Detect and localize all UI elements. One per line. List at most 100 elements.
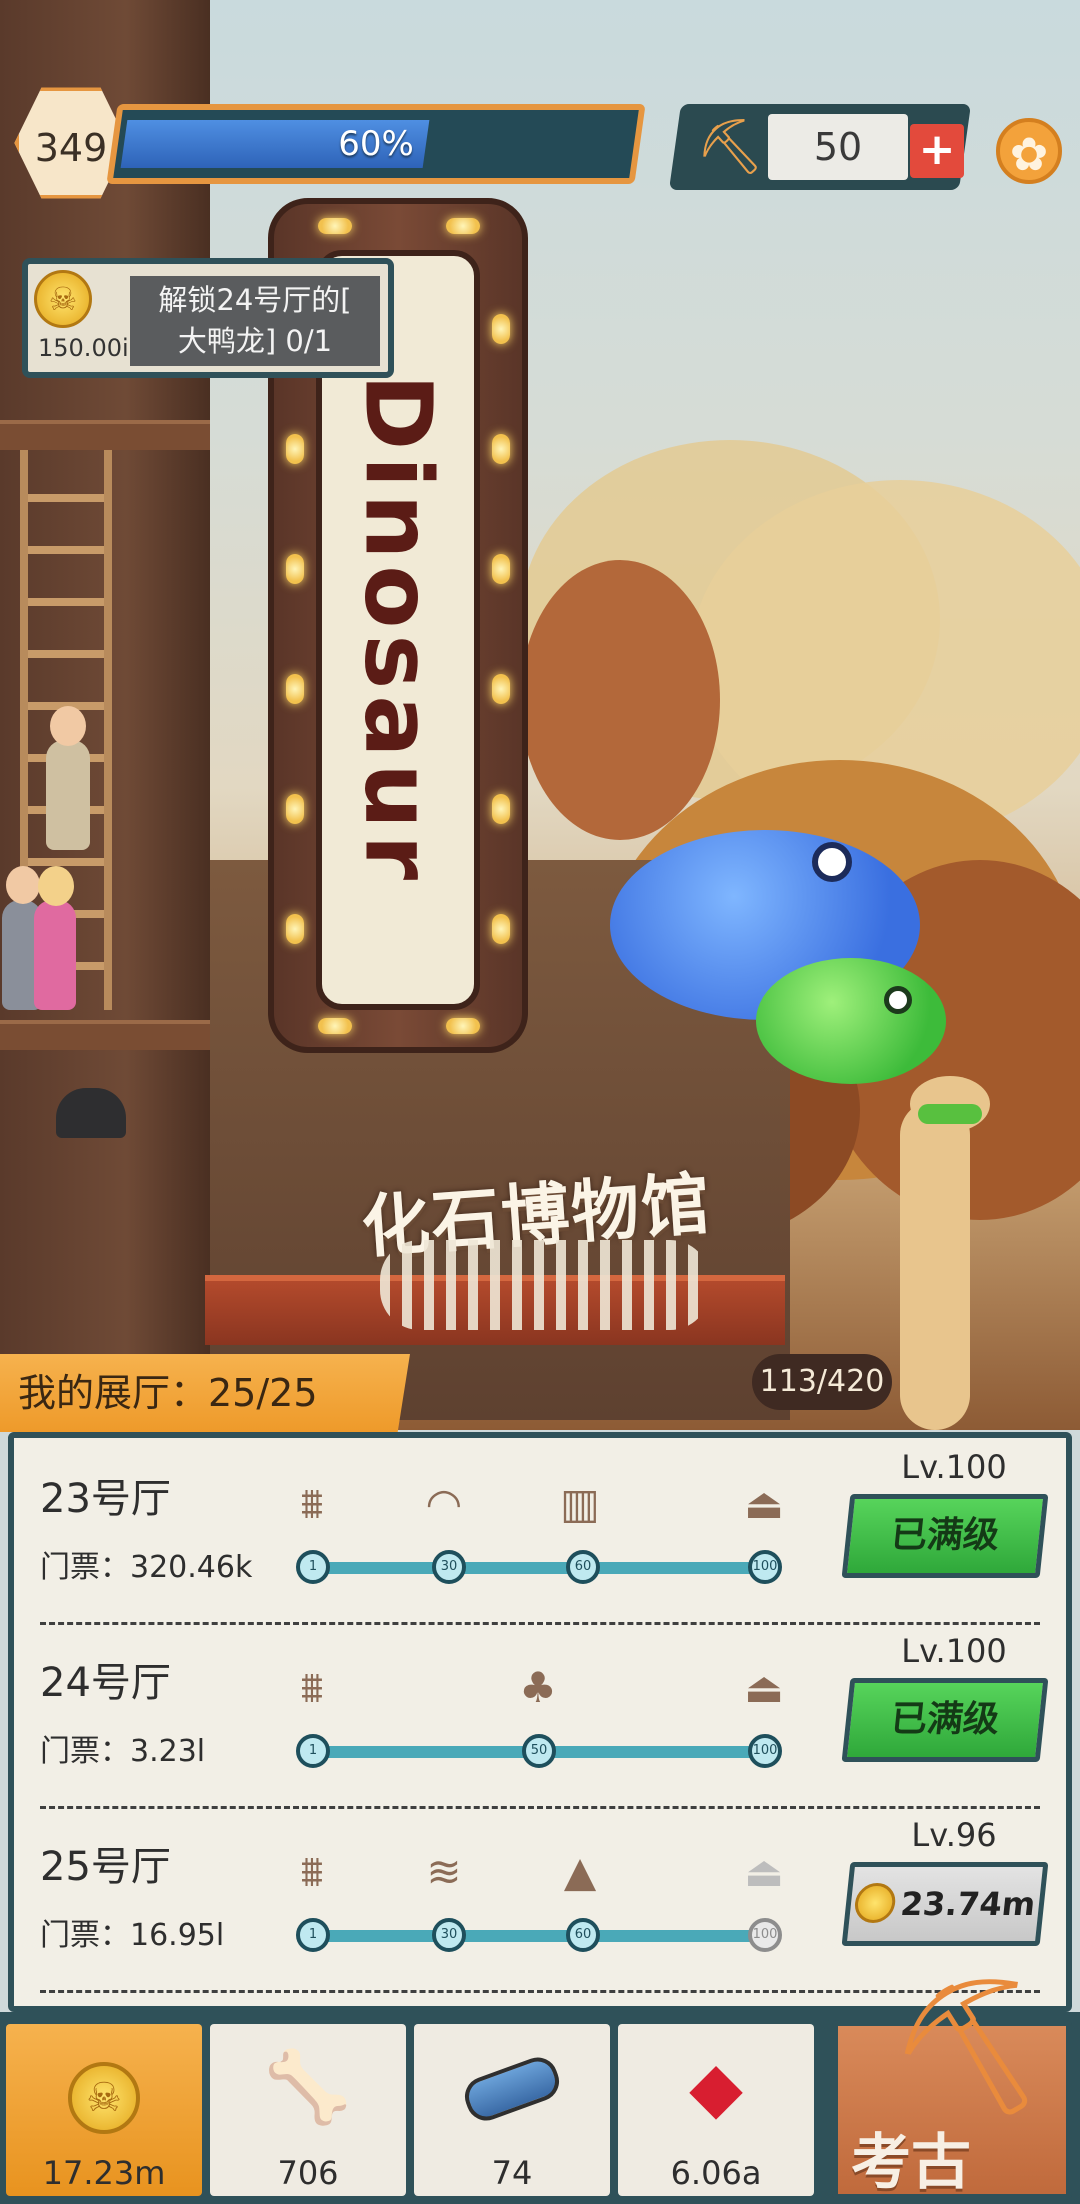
quest-text: 解锁24号厅的[ 大鸭龙] 0/1 <box>130 276 380 366</box>
hall-name: 23号厅 <box>40 1476 171 1522</box>
visitor-head <box>38 866 74 906</box>
upgrade-track <box>309 1562 767 1574</box>
pterosaur-icon: ▲ <box>563 1847 597 1896</box>
sign-bulb <box>492 914 510 944</box>
hall-level: Lv.96 <box>911 1816 997 1854</box>
ruby-icon: ◆ <box>689 2046 743 2128</box>
sign-bulb <box>286 434 304 464</box>
scroll-icon <box>414 2042 610 2132</box>
hall-ticket: 门票：16.95l <box>40 1918 225 1953</box>
ceiling-lamp-icon: ⏏ <box>744 1847 784 1896</box>
xp-percent: 60% <box>338 124 414 164</box>
hall-name: 25号厅 <box>40 1844 171 1890</box>
ceiling-lamp-icon: ⏏ <box>744 1663 784 1712</box>
milestone-node: 100 <box>748 1550 782 1584</box>
skull-coin-icon <box>852 1883 897 1923</box>
hall-name: 24号厅 <box>40 1660 171 1706</box>
sunglasses <box>918 1104 982 1124</box>
milestone-node: 30 <box>432 1550 466 1584</box>
sign-bulb <box>318 1018 352 1034</box>
pickaxe-icon: ⛏ <box>878 1951 1067 2130</box>
skull-coin-icon: ☠ <box>34 270 92 328</box>
ceiling-lamp-icon: ⏏ <box>744 1479 784 1528</box>
sign-bulb <box>492 434 510 464</box>
smoke-icon: ≋ <box>426 1847 462 1896</box>
milestone-node: 100 <box>748 1918 782 1952</box>
grass-tree-icon: ♣ <box>519 1663 557 1712</box>
milestone-node: 1 <box>296 1550 330 1584</box>
upgrade-track <box>309 1930 767 1942</box>
rock-cave-icon: ◠ <box>425 1479 463 1528</box>
milestone-node: 60 <box>566 1550 600 1584</box>
visitor-count: 113/420 <box>752 1354 892 1410</box>
upgrade-cost-button[interactable]: 23.74m <box>841 1862 1049 1946</box>
settings-button[interactable]: ✿ <box>996 118 1062 184</box>
visitor-head <box>50 706 86 746</box>
hall-ticket: 门票：320.46k <box>40 1550 253 1585</box>
rope-barrier-icon: ⩩ <box>300 1479 324 1528</box>
museum-scene: Dinosaur 化石博物馆 <box>0 0 1080 1430</box>
upgrade-cost: 23.74m <box>898 1885 1038 1923</box>
tree-foliage <box>520 560 720 840</box>
green-dino-balloon[interactable] <box>756 958 946 1084</box>
coins-value: 17.23m <box>42 2154 166 2192</box>
quest-reward: 150.00i <box>38 334 129 362</box>
gear-icon: ✿ <box>1009 127 1049 181</box>
sign-bulb <box>286 554 304 584</box>
bones-value: 706 <box>277 2154 339 2192</box>
sign-bulb <box>492 554 510 584</box>
coins-tab[interactable]: ☠ 17.23m <box>6 2024 202 2196</box>
sign-bulb <box>286 914 304 944</box>
add-pickaxe-button[interactable]: + <box>910 124 964 178</box>
max-level-button[interactable]: 已满级 <box>841 1494 1049 1578</box>
player-level: 349 <box>34 126 108 170</box>
visitor-head <box>6 866 40 904</box>
floor-beam <box>0 420 210 450</box>
balloon-eye <box>884 986 912 1014</box>
sign-bulb <box>492 674 510 704</box>
archaeology-label: 考古 <box>851 2128 971 2198</box>
hall-row: 23号厅 门票：320.46k ⩩ ◠ ▥ ⏏ 1 30 60 100 Lv.1… <box>14 1438 1066 1622</box>
skull-coin-icon: ☠ <box>6 2042 202 2134</box>
hall-level: Lv.100 <box>901 1632 1007 1670</box>
spotlight-lamp <box>56 1088 126 1138</box>
rope-barrier-icon: ⩩ <box>300 1847 324 1896</box>
sign-bulb <box>286 674 304 704</box>
scroll-banner-icon: ▥ <box>560 1479 600 1528</box>
sign-bulb <box>318 218 352 234</box>
gems-value: 6.06a <box>670 2154 762 2192</box>
quest-text-line2: 大鸭龙] 0/1 <box>177 324 333 358</box>
hall-list-panel: 23号厅 门票：320.46k ⩩ ◠ ▥ ⏏ 1 30 60 100 Lv.1… <box>8 1432 1072 2012</box>
sauropod-statue <box>900 1100 970 1430</box>
balloon-eye <box>812 842 852 882</box>
hall-count-banner: 我的展厅：25/25 <box>0 1354 410 1432</box>
sign-bulb <box>492 314 510 344</box>
max-level-button[interactable]: 已满级 <box>841 1678 1049 1762</box>
milestone-node: 1 <box>296 1734 330 1768</box>
visitor-character <box>34 900 76 1010</box>
sign-bulb <box>446 1018 480 1034</box>
sign-bulb <box>286 794 304 824</box>
bone-icon: 🦴 <box>264 2046 352 2128</box>
milestone-node: 1 <box>296 1918 330 1952</box>
hall-row: 24号厅 门票：3.23l ⩩ ♣ ⏏ 1 50 100 Lv.100 已满级 <box>14 1622 1066 1806</box>
dino-skeleton <box>380 1240 710 1330</box>
milestone-node: 50 <box>522 1734 556 1768</box>
milestone-node: 100 <box>748 1734 782 1768</box>
quest-text-line1: 解锁24号厅的[ <box>158 283 352 317</box>
floor-beam <box>0 1020 210 1050</box>
bones-tab[interactable]: 🦴 706 <box>210 2024 406 2196</box>
milestone-node: 60 <box>566 1918 600 1952</box>
rope-barrier-icon: ⩩ <box>300 1663 324 1712</box>
sign-bulb <box>492 794 510 824</box>
pickaxe-count: 50 <box>768 114 908 180</box>
sign-bulb <box>446 218 480 234</box>
sign-title: Dinosaur <box>344 373 452 887</box>
scrolls-tab[interactable]: 74 <box>414 2024 610 2196</box>
hall-ticket: 门票：3.23l <box>40 1734 206 1769</box>
scrolls-value: 74 <box>491 2154 533 2192</box>
gems-tab[interactable]: ◆ 6.06a <box>618 2024 814 2196</box>
divider <box>40 1990 1040 1993</box>
milestone-node: 30 <box>432 1918 466 1952</box>
visitor-character <box>46 740 90 850</box>
